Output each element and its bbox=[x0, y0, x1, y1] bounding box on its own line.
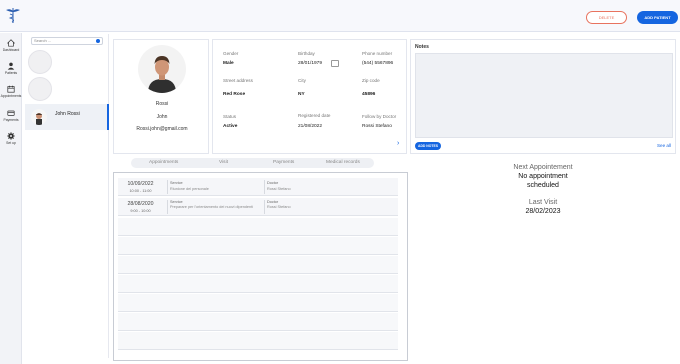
appointments-list: 10/09/2022 10:00 - 11:00 Service Riunion… bbox=[113, 172, 408, 361]
patient-info: Gender Male Birthday 28/01/1979 Phone nu… bbox=[212, 39, 407, 154]
next-appointment-value: No appointment bbox=[518, 173, 568, 180]
record-tabs: Appointments Visit Payments Medical reco… bbox=[131, 158, 374, 168]
empty-row bbox=[118, 332, 398, 350]
appointment-date: 10/09/2022 bbox=[127, 181, 154, 187]
divider bbox=[167, 180, 168, 194]
last-visit-title: Last Visit bbox=[528, 199, 558, 206]
patient-item-selected[interactable]: John Rossi bbox=[25, 104, 109, 130]
patient-list: Search ... John Rossi bbox=[25, 34, 109, 358]
patient-avatar-placeholder[interactable] bbox=[28, 77, 52, 101]
empty-row bbox=[118, 256, 398, 274]
birthday-value[interactable]: 28/01/1979 bbox=[298, 61, 322, 66]
doctor-label: Doctor bbox=[267, 181, 279, 185]
status-label: Status bbox=[223, 114, 237, 119]
divider bbox=[264, 180, 265, 194]
calendar-icon[interactable] bbox=[331, 60, 339, 67]
doctor-value: Rossi Stefano bbox=[267, 187, 291, 191]
tab-appointments[interactable]: Appointments bbox=[149, 160, 178, 165]
patient-avatar-placeholder[interactable] bbox=[28, 50, 52, 74]
nav-label: Appointments bbox=[0, 94, 22, 98]
appointment-date: 28/08/2020 bbox=[127, 201, 154, 207]
next-appointment-value: scheduled bbox=[527, 182, 559, 189]
gender-value: Male bbox=[223, 61, 234, 66]
person-icon bbox=[7, 62, 15, 70]
service-value: Preparare per l'orientamento dei nuovi d… bbox=[170, 205, 254, 209]
registered-value: 21/08/2022 bbox=[298, 124, 323, 129]
patient-photo bbox=[138, 45, 186, 93]
birthday-label: Birthday bbox=[298, 51, 315, 56]
empty-row bbox=[118, 294, 398, 312]
patient-card: Rossi John Rossi.john@gmail.com bbox=[113, 39, 209, 154]
notes-title: Notes bbox=[415, 44, 429, 50]
search-input[interactable]: Search ... bbox=[31, 37, 103, 45]
nav-item-patients[interactable]: Patients bbox=[0, 62, 22, 75]
add-patient-button[interactable]: ADD PATIENT bbox=[637, 11, 678, 24]
nav-item-payments[interactable]: Payments bbox=[0, 109, 22, 122]
patient-email: Rossi.john@gmail.com bbox=[136, 126, 188, 132]
street-value: Red Rose bbox=[223, 92, 246, 97]
zip-label: Zip code bbox=[362, 78, 380, 83]
status-value: Active bbox=[223, 124, 238, 129]
see-all-link[interactable]: See all bbox=[657, 143, 671, 148]
add-notes-button[interactable]: ADD NOTES bbox=[415, 142, 441, 150]
phone-label: Phone number bbox=[362, 51, 393, 56]
service-value: Riunione del personale bbox=[170, 187, 209, 191]
tab-visit[interactable]: Visit bbox=[219, 160, 228, 165]
appointment-row[interactable]: 10/09/2022 10:00 - 11:00 Service Riunion… bbox=[118, 178, 398, 196]
phone-value: (544) 5567896 bbox=[362, 61, 394, 66]
appointment-time: 9:00 - 10:00 bbox=[130, 209, 151, 213]
nav-label: Patients bbox=[4, 71, 18, 75]
patient-surname: Rossi bbox=[155, 101, 169, 107]
empty-row bbox=[118, 218, 398, 236]
follow-label: Follow by Doctor bbox=[362, 114, 397, 119]
card-icon bbox=[7, 110, 15, 116]
patient-name: John Rossi bbox=[55, 111, 80, 117]
calendar-icon bbox=[7, 85, 15, 93]
appointment-row[interactable]: 28/08/2020 9:00 - 10:00 Service Preparar… bbox=[118, 198, 398, 216]
notes-textarea[interactable] bbox=[415, 53, 673, 138]
divider bbox=[264, 200, 265, 214]
search-icon[interactable] bbox=[96, 39, 100, 43]
top-bar: DELETE ADD PATIENT bbox=[0, 0, 680, 32]
registered-label: Registered date bbox=[298, 113, 331, 118]
chevron-right-icon[interactable]: › bbox=[397, 140, 399, 147]
patient-first-name: John bbox=[156, 114, 168, 120]
service-label: Service bbox=[170, 181, 183, 185]
city-value: NY bbox=[298, 92, 305, 97]
nav-item-appointments[interactable]: Appointments bbox=[0, 85, 22, 98]
divider bbox=[167, 200, 168, 214]
street-label: Street address bbox=[223, 78, 253, 83]
side-nav: Dashboard Patients Appointments Payments… bbox=[0, 33, 22, 364]
search-placeholder: Search ... bbox=[34, 38, 52, 43]
next-appointment-panel: Next Appointement No appointment schedul… bbox=[410, 158, 676, 358]
next-appointment-title: Next Appointement bbox=[513, 164, 573, 171]
doctor-value: Rossi Stefano bbox=[267, 205, 291, 209]
nav-label: Payments bbox=[3, 118, 19, 122]
nav-item-setup[interactable]: Set up bbox=[0, 132, 22, 145]
service-label: Service bbox=[170, 200, 183, 204]
tab-payments[interactable]: Payments bbox=[273, 160, 294, 165]
zip-value: 45896 bbox=[362, 92, 376, 97]
nav-label: Set up bbox=[6, 141, 16, 145]
avatar bbox=[31, 109, 47, 125]
gender-label: Gender bbox=[223, 51, 239, 56]
gear-icon bbox=[7, 132, 15, 140]
nav-item-dashboard[interactable]: Dashboard bbox=[0, 39, 22, 52]
empty-row bbox=[118, 237, 398, 255]
empty-row bbox=[118, 275, 398, 293]
home-icon bbox=[7, 39, 15, 47]
nav-label: Dashboard bbox=[2, 48, 20, 52]
appointment-time: 10:00 - 11:00 bbox=[129, 189, 152, 193]
notes-panel: Notes ADD NOTES See all bbox=[410, 39, 676, 154]
follow-value: Rossi Stefano bbox=[362, 124, 392, 129]
city-label: City bbox=[298, 78, 306, 83]
last-visit-value: 28/02/2023 bbox=[525, 208, 561, 215]
tab-medical-records[interactable]: Medical records bbox=[326, 160, 360, 165]
empty-row bbox=[118, 313, 398, 331]
caduceus-logo-icon[interactable] bbox=[4, 6, 22, 24]
doctor-label: Doctor bbox=[267, 200, 279, 204]
delete-button[interactable]: DELETE bbox=[586, 11, 627, 24]
